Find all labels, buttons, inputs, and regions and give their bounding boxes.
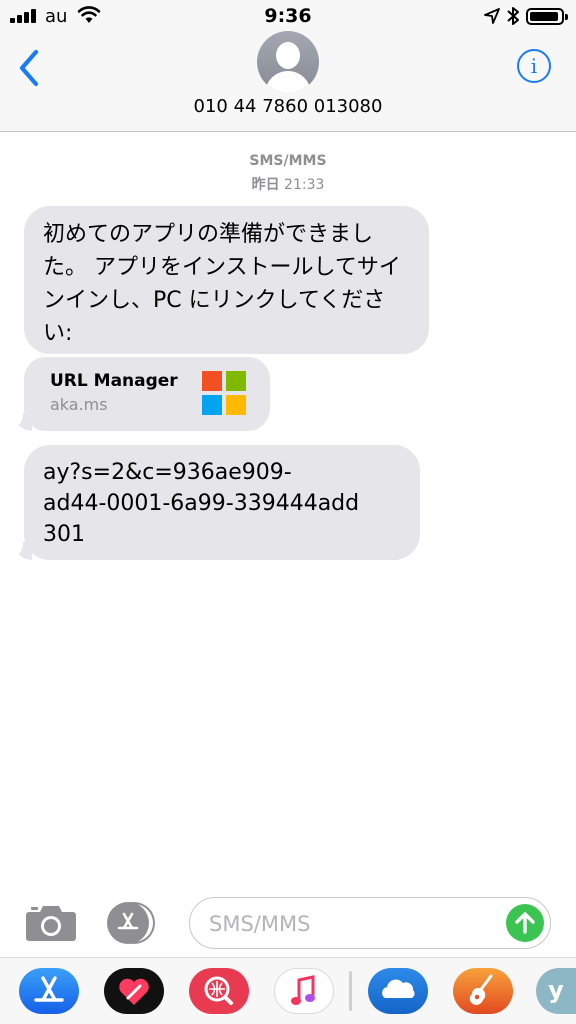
message-input-field[interactable] — [189, 897, 551, 949]
yahoo-app[interactable]: y — [536, 968, 576, 1014]
link-preview-card[interactable]: URL Manager aka.ms — [24, 357, 270, 431]
image-search-icon — [204, 976, 233, 1005]
drawer-divider — [349, 971, 352, 1011]
camera-icon[interactable] — [25, 901, 77, 943]
music-icon — [291, 975, 315, 1005]
music-app[interactable] — [274, 968, 334, 1014]
digital-touch-app[interactable] — [104, 968, 164, 1014]
app-store-icon — [34, 976, 64, 1002]
message-text: 初めてのアプリの準備ができました。 アプリをインストールしてサインインし、PC … — [43, 222, 401, 346]
app-store-button[interactable] — [107, 902, 161, 944]
image-search-app[interactable] — [189, 968, 249, 1014]
location-arrow-icon — [484, 8, 500, 24]
microsoft-logo-icon — [202, 371, 246, 415]
onedrive-app[interactable] — [368, 968, 428, 1014]
message-input[interactable] — [209, 909, 499, 939]
contact-name[interactable]: 010 44 7860 013080 — [0, 96, 576, 117]
onedrive-icon — [382, 979, 415, 998]
message-timestamp: 昨日 21:33 — [251, 177, 325, 193]
message-bubble[interactable]: 初めてのアプリの準備ができました。 アプリをインストールしてサインインし、PC … — [24, 206, 429, 354]
garageband-icon — [469, 974, 493, 1005]
yahoo-icon: y — [548, 976, 564, 1004]
battery-icon — [526, 8, 568, 25]
link-preview-title: URL Manager — [50, 371, 178, 391]
info-icon[interactable]: i — [517, 49, 551, 83]
status-bar: au 9:36 — [0, 0, 576, 34]
bluetooth-icon — [507, 7, 519, 25]
garageband-app[interactable] — [453, 968, 513, 1014]
link-preview-domain: aka.ms — [50, 395, 108, 414]
message-service-label: SMS/MMS — [249, 153, 327, 169]
back-chevron-icon[interactable] — [14, 48, 48, 88]
bubble-tail — [5, 536, 32, 560]
imessage-app-drawer: y — [0, 957, 576, 1024]
app-store-app[interactable] — [19, 968, 79, 1014]
contact-avatar[interactable] — [257, 31, 319, 93]
message-bubble[interactable]: ay?s=2&c=936ae909- ad44-0001-6a99-339444… — [24, 445, 420, 560]
arrow-up-icon — [515, 912, 535, 934]
bubble-tail — [5, 407, 32, 431]
send-button[interactable] — [506, 904, 544, 942]
app-store-icon — [117, 912, 139, 930]
digital-touch-icon — [119, 978, 149, 1005]
